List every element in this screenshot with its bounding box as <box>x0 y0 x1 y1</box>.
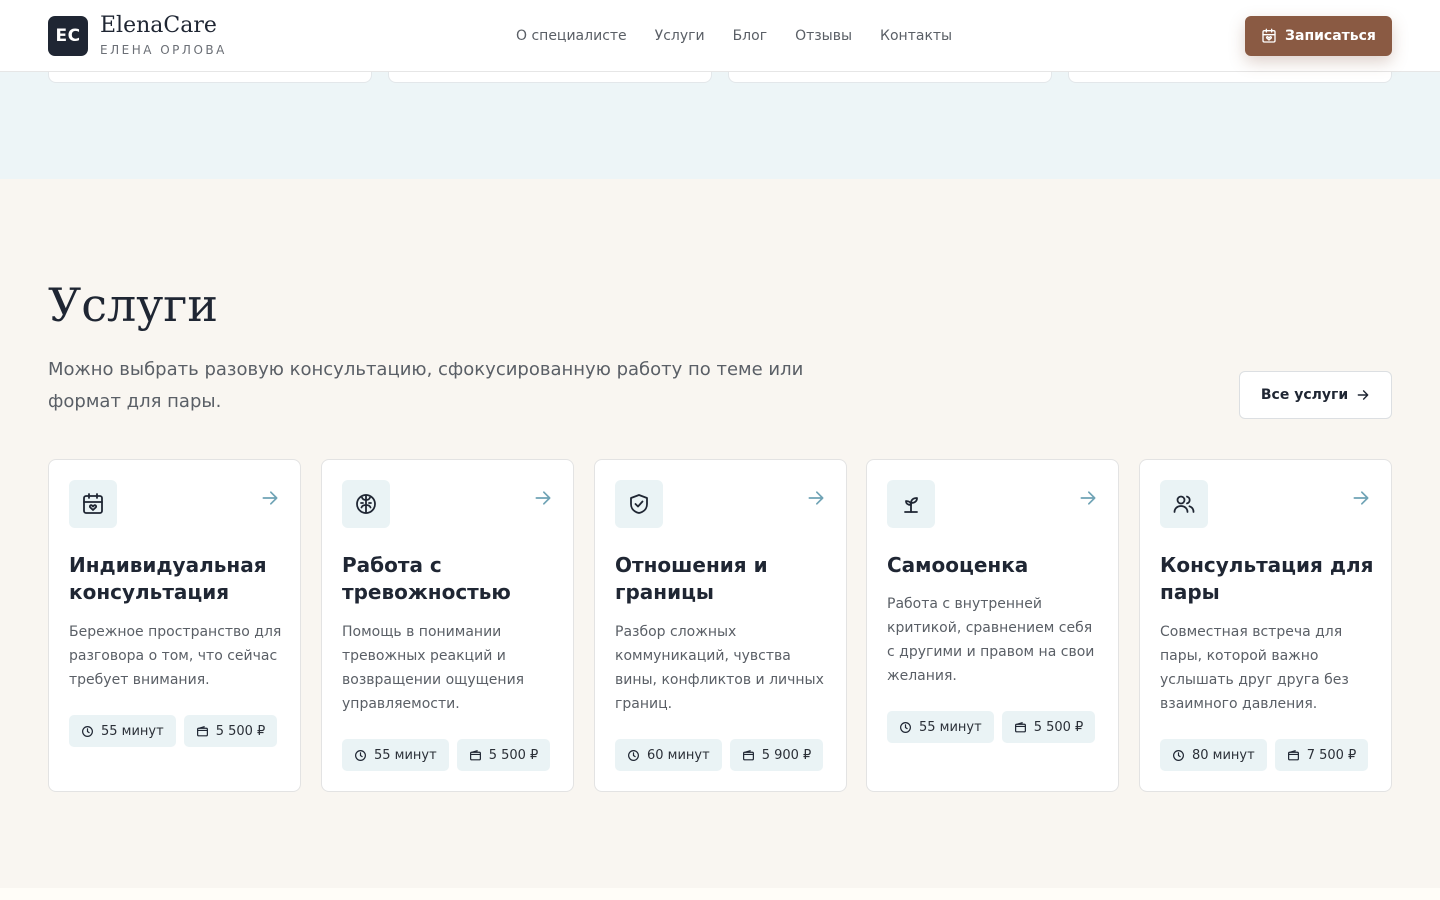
duration-value: 60 минут <box>647 747 710 763</box>
service-tags: 80 минут 7 500 ₽ <box>1160 739 1369 771</box>
shield-check-icon <box>630 494 648 514</box>
book-button-label: Записаться <box>1285 28 1376 44</box>
price-tag: 5 500 ₽ <box>183 715 278 747</box>
wallet-icon <box>742 749 754 760</box>
duration-tag: 55 минут <box>342 739 449 771</box>
service-title: Работа с тревожностью <box>342 553 511 604</box>
price-value: 5 500 ₽ <box>1033 719 1084 735</box>
service-tags: 60 минут 5 900 ₽ <box>615 739 824 771</box>
services-description: Можно выбрать разовую консультацию, сфок… <box>48 359 804 412</box>
service-text: Помощь в понимании тревожных реакций и в… <box>342 624 525 712</box>
duration-tag: 55 минут <box>69 715 176 747</box>
service-card[interactable]: Консультация для пары Совместная встреча… <box>1139 459 1392 792</box>
logo-mark[interactable]: EC <box>48 16 88 56</box>
service-title: Консультация для пары <box>1160 553 1374 604</box>
nav-link-blog[interactable]: Блог <box>733 27 767 45</box>
all-services-button[interactable]: Все услуги <box>1239 371 1392 419</box>
service-tags: 55 минут 5 500 ₽ <box>69 715 278 747</box>
service-text: Разбор сложных коммуникаций, чувства вин… <box>615 624 824 712</box>
arrow-right-icon[interactable] <box>1078 488 1098 508</box>
wallet-icon <box>469 749 481 760</box>
main-nav: О специалисте Услуги Блог Отзывы Контакт… <box>516 27 952 45</box>
calendar-heart-icon <box>83 493 103 514</box>
services-title: Услуги <box>48 278 219 332</box>
duration-tag: 80 минут <box>1160 739 1267 771</box>
price-tag: 5 900 ₽ <box>729 739 824 771</box>
nav-link-services[interactable]: Услуги <box>655 27 705 45</box>
price-value: 5 500 ₽ <box>215 723 266 739</box>
calendar-icon <box>1262 28 1276 43</box>
nav-link-reviews[interactable]: Отзывы <box>795 27 852 45</box>
clock-icon <box>1173 749 1184 761</box>
duration-value: 55 минут <box>374 747 437 763</box>
all-services-label: Все услуги <box>1260 387 1349 403</box>
site-header: EC ElenaCare ЕЛЕНА ОРЛОВА О специалисте … <box>0 0 1440 72</box>
wallet-icon <box>1287 749 1299 760</box>
next-section-edge <box>0 888 1440 900</box>
service-icon <box>69 480 117 528</box>
service-card[interactable]: Индивидуальная консультация Бережное про… <box>48 459 301 792</box>
clock-icon <box>82 725 93 737</box>
service-text: Бережное пространство для разговора о то… <box>69 624 282 688</box>
price-value: 5 900 ₽ <box>761 747 812 763</box>
service-icon <box>1160 480 1208 528</box>
service-title: Индивидуальная консультация <box>69 553 267 604</box>
clock-icon <box>628 749 639 761</box>
logo-name[interactable]: ElenaCare <box>100 13 217 38</box>
sprout-icon <box>904 497 918 513</box>
duration-tag: 60 минут <box>615 739 722 771</box>
service-tags: 55 минут 5 500 ₽ <box>342 739 551 771</box>
wallet-icon <box>196 725 208 736</box>
price-value: 7 500 ₽ <box>1306 747 1357 763</box>
nav-link-about[interactable]: О специалисте <box>516 27 627 45</box>
users-icon <box>1173 495 1195 513</box>
arrow-right-icon[interactable] <box>806 488 826 508</box>
service-icon <box>615 480 663 528</box>
arrow-right-icon[interactable] <box>1351 488 1371 508</box>
service-card[interactable]: Самооценка Работа с внутренней критикой,… <box>866 459 1119 792</box>
service-title: Самооценка <box>887 553 1029 577</box>
duration-value: 80 минут <box>1192 747 1255 763</box>
price-tag: 7 500 ₽ <box>1274 739 1369 771</box>
service-card[interactable]: Отношения и границы Разбор сложных комму… <box>594 459 847 792</box>
service-text: Совместная встреча для пары, которой важ… <box>1160 624 1349 712</box>
service-tags: 55 минут 5 500 ₽ <box>887 711 1096 743</box>
nav-link-contacts[interactable]: Контакты <box>880 27 952 45</box>
arrow-right-icon <box>1357 390 1369 400</box>
duration-tag: 55 минут <box>887 711 994 743</box>
clock-icon <box>900 721 911 733</box>
service-icon <box>342 480 390 528</box>
duration-value: 55 минут <box>101 723 164 739</box>
clock-icon <box>355 749 366 761</box>
service-text: Работа с внутренней критикой, сравнением… <box>887 596 1095 684</box>
arrow-right-icon[interactable] <box>260 488 280 508</box>
service-icon <box>887 480 935 528</box>
wallet-icon <box>1014 721 1026 732</box>
book-appointment-button[interactable]: Записаться <box>1245 16 1392 56</box>
price-tag: 5 500 ₽ <box>456 739 551 771</box>
brain-icon <box>356 494 376 514</box>
logo-subtitle: ЕЛЕНА ОРЛОВА <box>100 43 227 57</box>
price-value: 5 500 ₽ <box>488 747 539 763</box>
service-title: Отношения и границы <box>615 553 768 604</box>
arrow-right-icon[interactable] <box>533 488 553 508</box>
price-tag: 5 500 ₽ <box>1001 711 1096 743</box>
service-card[interactable]: Работа с тревожностью Помощь в понимании… <box>321 459 574 792</box>
duration-value: 55 минут <box>919 719 982 735</box>
